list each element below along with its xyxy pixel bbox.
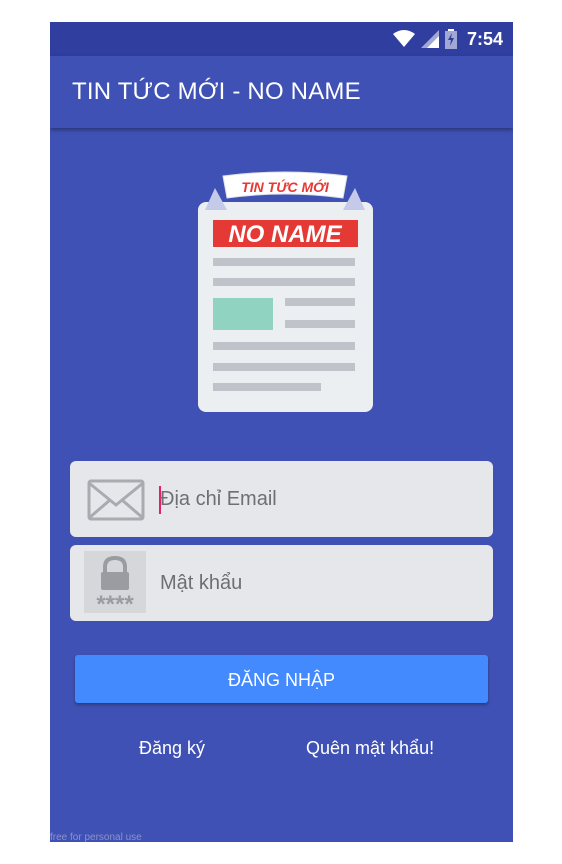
status-bar: 7:54 (50, 22, 513, 56)
app-title: TIN TỨC MỚI - NO NAME (72, 78, 361, 105)
status-time: 7:54 (466, 28, 503, 49)
app-bar: TIN TỨC MỚI - NO NAME (50, 56, 513, 128)
email-input[interactable]: Địa chỉ Email (160, 461, 277, 537)
lock-icon: **** (84, 551, 146, 618)
phone-screen: 7:54 TIN TỨC MỚI - NO NAME TIN TỨC MỚI N… (50, 22, 513, 842)
password-mask: **** (96, 591, 134, 613)
battery-charging-icon (444, 29, 457, 49)
wifi-icon (392, 30, 415, 47)
cell-signal-icon (420, 30, 439, 48)
app-logo: TIN TỨC MỚI NO NAME (198, 171, 373, 412)
logo-banner-text: NO NAME (228, 221, 342, 248)
envelope-icon (87, 479, 145, 521)
watermark: free for personal use (50, 832, 142, 842)
forgot-password-link[interactable]: Quên mật khẩu! (306, 738, 434, 759)
email-field[interactable]: Địa chỉ Email (70, 461, 493, 537)
password-input[interactable]: Mật khẩu (160, 545, 242, 621)
logo-ribbon-text: TIN TỨC MỚI (241, 178, 330, 195)
register-link[interactable]: Đăng ký (139, 738, 205, 759)
password-field[interactable]: **** Mật khẩu (70, 545, 493, 621)
login-button[interactable]: ĐĂNG NHẬP (75, 655, 488, 703)
